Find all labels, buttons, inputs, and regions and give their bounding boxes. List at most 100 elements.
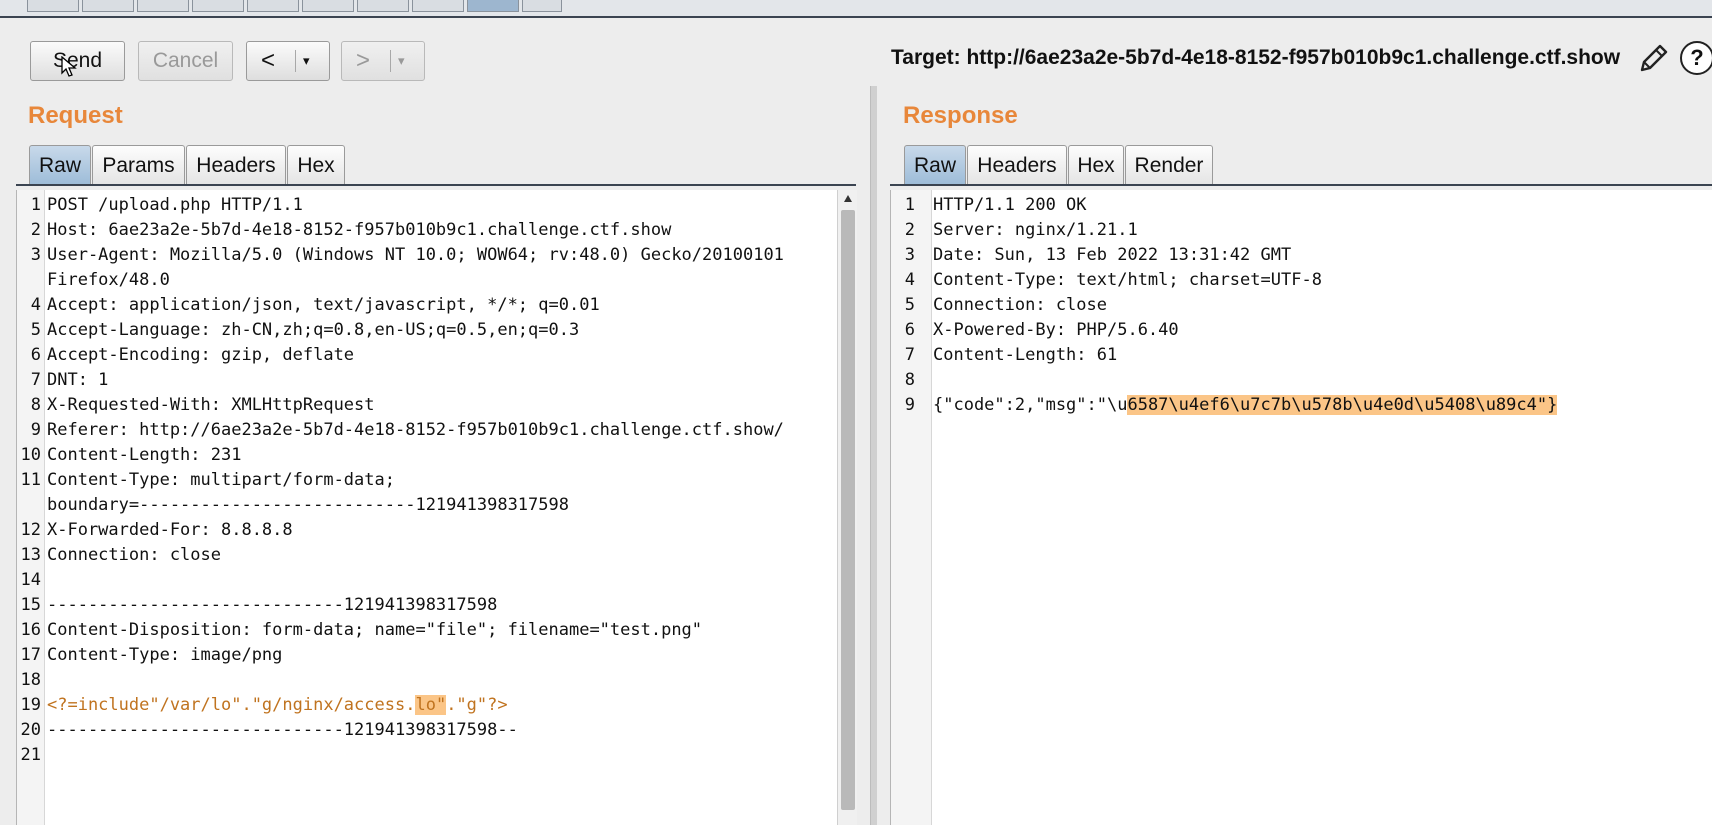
tab-response-raw[interactable]: Raw: [904, 145, 966, 185]
code-line: 5 Connection: close: [891, 293, 1712, 318]
chevron-down-icon[interactable]: ▾: [398, 53, 405, 69]
line-text-content: Firefox/48.0: [47, 270, 170, 290]
forward-button[interactable]: > ▾: [341, 41, 425, 81]
code-line: 2 Host: 6ae23a2e-5b7d-4e18-8152-f957b010b…: [17, 218, 857, 243]
line-number: 11: [20, 470, 41, 490]
line-text: Accept-Encoding: gzip, deflate: [47, 343, 354, 368]
line-number: 4: [30, 295, 41, 315]
line-text-content: Connection: close: [933, 295, 1107, 315]
highlighted-text: lo": [415, 695, 447, 715]
chevron-down-icon[interactable]: ▾: [303, 53, 310, 69]
line-number: 18: [20, 670, 41, 690]
code-line: 14: [17, 568, 857, 593]
help-icon[interactable]: ?: [1680, 41, 1712, 75]
line-number: 16: [20, 620, 41, 640]
code-line: 18: [17, 668, 857, 693]
code-line: 12 X-Forwarded-For: 8.8.8.8: [17, 518, 857, 543]
split-pane-divider[interactable]: [870, 86, 877, 825]
top-tab-strip: [0, 0, 1712, 18]
top-tab[interactable]: [192, 0, 244, 12]
line-number: 5: [30, 320, 41, 340]
code-line: boundary=---------------------------1219…: [17, 493, 857, 518]
line-text: Content-Type: multipart/form-data;: [47, 468, 395, 493]
line-number: 6: [904, 320, 915, 340]
tab-request-raw[interactable]: Raw: [29, 145, 91, 185]
cancel-button[interactable]: Cancel: [138, 41, 233, 81]
line-text: X-Requested-With: XMLHttpRequest: [47, 393, 375, 418]
tab-response-hex[interactable]: Hex: [1068, 145, 1124, 185]
line-number: 1: [30, 195, 41, 215]
line-text-content: boundary=---------------------------1219…: [47, 495, 569, 515]
line-text: Content-Disposition: form-data; name="fi…: [47, 618, 702, 643]
code-line: 4 Content-Type: text/html; charset=UTF-8: [891, 268, 1712, 293]
code-line: 4 Accept: application/json, text/javascri…: [17, 293, 857, 318]
line-number: 8: [30, 395, 41, 415]
code-line: 6 Accept-Encoding: gzip, deflate: [17, 343, 857, 368]
code-line: 8: [891, 368, 1712, 393]
top-tab[interactable]: [27, 0, 79, 12]
line-text-content: Content-Type: image/png: [47, 645, 283, 665]
line-number: 7: [30, 370, 41, 390]
code-line: 11 Content-Type: multipart/form-data;: [17, 468, 857, 493]
line-number: 9: [30, 420, 41, 440]
line-text-content: Date: Sun, 13 Feb 2022 13:31:42 GMT: [933, 245, 1292, 265]
line-number: 2: [904, 220, 915, 240]
back-arrow-icon: <: [261, 47, 276, 74]
request-editor[interactable]: 1 POST /upload.php HTTP/1.1 2 Host: 6ae23a2…: [16, 190, 857, 825]
tab-request-hex[interactable]: Hex: [287, 145, 345, 185]
line-text: <?=include"/var/lo"."g/nginx/access.lo".…: [47, 693, 508, 718]
line-text-content: <?=include"/var/lo"."g/nginx/access.: [47, 695, 416, 715]
code-line: 15 -----------------------------121941398…: [17, 593, 857, 618]
line-number: 12: [20, 520, 41, 540]
code-line: 3 User-Agent: Mozilla/5.0 (Windows NT 10.…: [17, 243, 857, 268]
line-number: 7: [904, 345, 915, 365]
top-tab[interactable]: [247, 0, 299, 12]
top-tab[interactable]: [357, 0, 409, 12]
response-editor[interactable]: 1 HTTP/1.1 200 OK 2 Server: nginx/1.21.1 3 Da…: [890, 190, 1712, 825]
top-tab[interactable]: [302, 0, 354, 12]
code-line: 8 X-Requested-With: XMLHttpRequest: [17, 393, 857, 418]
mouse-cursor-icon: [61, 56, 77, 77]
line-number: 14: [20, 570, 41, 590]
top-tab-more[interactable]: [522, 0, 562, 12]
top-tab[interactable]: [137, 0, 189, 12]
line-text: boundary=---------------------------1219…: [47, 493, 569, 518]
line-text-content: Host: 6ae23a2e-5b7d-4e18-8152-f957b010b9…: [47, 220, 672, 240]
send-button[interactable]: Send: [30, 41, 125, 81]
line-text-content: DNT: 1: [47, 370, 109, 390]
line-text: Accept: application/json, text/javascrip…: [47, 293, 600, 318]
line-text: User-Agent: Mozilla/5.0 (Windows NT 10.0…: [47, 243, 784, 268]
line-number: 5: [904, 295, 915, 315]
tab-response-render[interactable]: Render: [1125, 145, 1213, 185]
line-text: Host: 6ae23a2e-5b7d-4e18-8152-f957b010b9…: [47, 218, 671, 243]
line-number: 2: [30, 220, 41, 240]
line-number: 10: [20, 445, 41, 465]
code-line: 5 Accept-Language: zh-CN,zh;q=0.8,en-US;q…: [17, 318, 857, 343]
line-text: Content-Type: image/png: [47, 643, 282, 668]
line-number: 17: [20, 645, 41, 665]
line-text-content: Accept-Encoding: gzip, deflate: [47, 345, 355, 365]
line-text-content: Accept: application/json, text/javascrip…: [47, 295, 600, 315]
line-text-tail: ."g"?>: [446, 695, 508, 715]
back-button[interactable]: < ▾: [246, 41, 330, 81]
line-text-content: User-Agent: Mozilla/5.0 (Windows NT 10.0…: [47, 245, 784, 265]
button-separator: [295, 50, 296, 72]
line-number: 8: [904, 370, 915, 390]
line-text-content: X-Powered-By: PHP/5.6.40: [933, 320, 1179, 340]
code-line: 6 X-Powered-By: PHP/5.6.40: [891, 318, 1712, 343]
tab-response-headers[interactable]: Headers: [967, 145, 1067, 185]
top-tab-active[interactable]: [467, 0, 519, 12]
line-text-content: X-Requested-With: XMLHttpRequest: [47, 395, 375, 415]
line-text: HTTP/1.1 200 OK: [933, 193, 1087, 218]
target-url-label: Target: http://6ae23a2e-5b7d-4e18-8152-f…: [891, 46, 1621, 69]
line-text-content: -----------------------------12194139831…: [47, 595, 498, 615]
pencil-icon[interactable]: [1636, 42, 1670, 76]
line-text-content: Server: nginx/1.21.1: [933, 220, 1138, 240]
top-tab[interactable]: [412, 0, 464, 12]
tab-request-params[interactable]: Params: [92, 145, 185, 185]
tab-request-headers[interactable]: Headers: [186, 145, 286, 185]
top-tab[interactable]: [82, 0, 134, 12]
line-text: Server: nginx/1.21.1: [933, 218, 1138, 243]
line-text: Content-Type: text/html; charset=UTF-8: [933, 268, 1322, 293]
code-line: 7 DNT: 1: [17, 368, 857, 393]
